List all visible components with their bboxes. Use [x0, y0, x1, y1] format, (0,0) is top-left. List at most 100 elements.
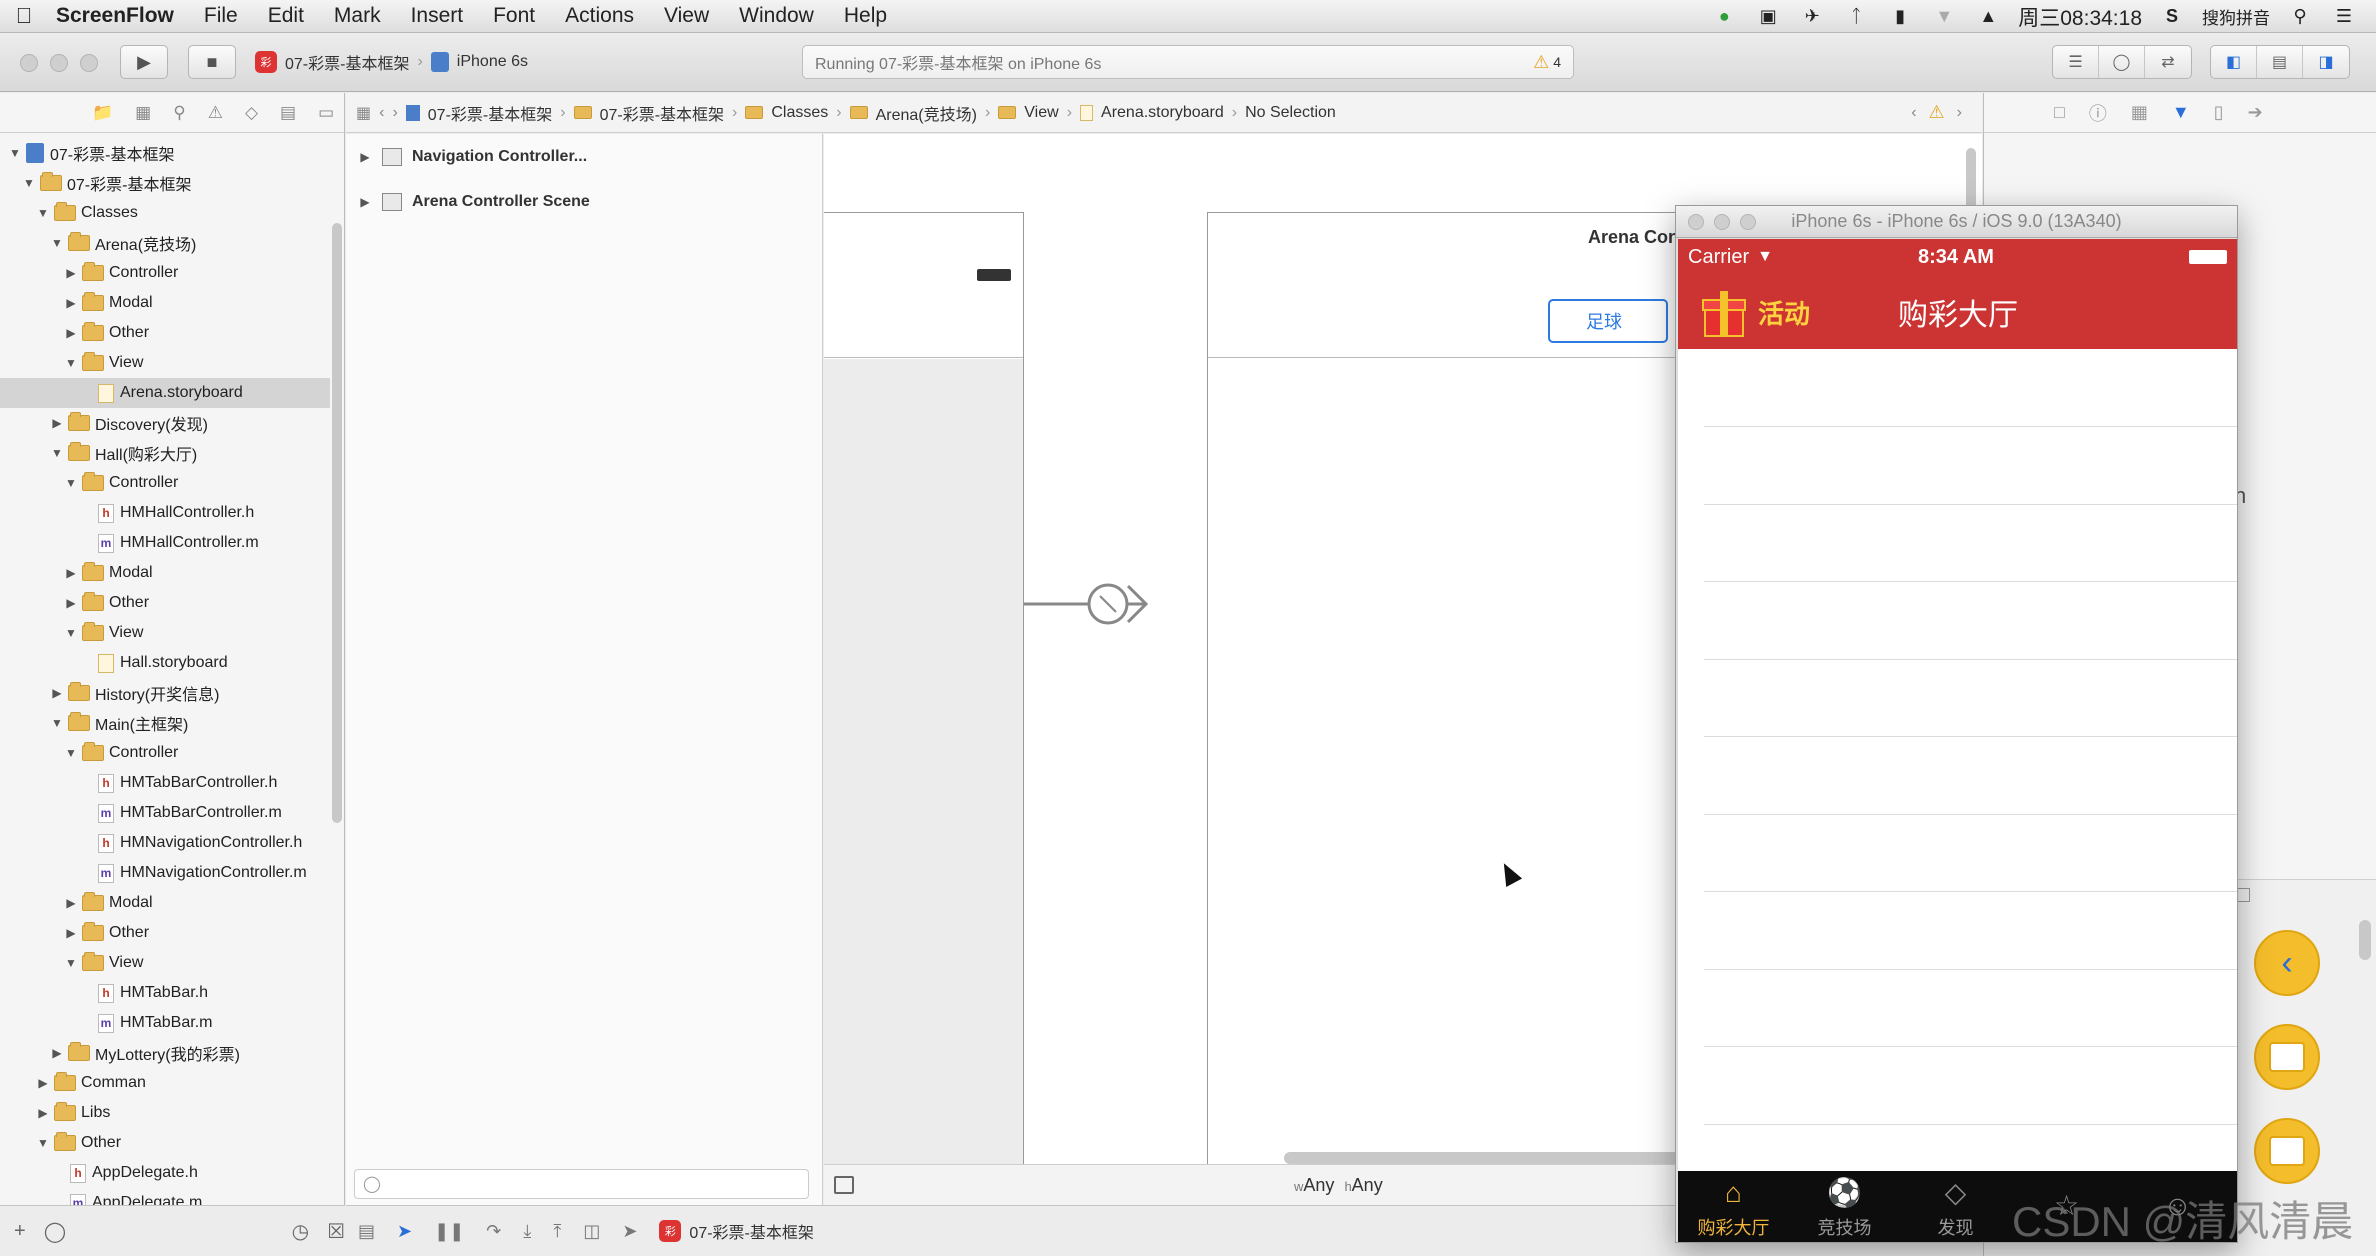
disclosure-down-icon[interactable]: ▼	[22, 176, 36, 190]
tree-row[interactable]: ▶ Other	[0, 918, 344, 948]
tree-row[interactable]: h HMTabBarController.h	[0, 768, 344, 798]
menu-actions[interactable]: Actions	[550, 4, 649, 28]
segmented-control[interactable]: 足球	[1548, 299, 1668, 343]
disclosure-right-icon[interactable]: ▶	[64, 596, 78, 610]
find-navigator-tab-icon[interactable]: ⚲	[173, 103, 185, 123]
menu-font[interactable]: Font	[478, 4, 550, 28]
bluetooth-status-icon[interactable]: ᛏ	[1842, 5, 1870, 29]
tree-row[interactable]: ▼ 07-彩票-基本框架	[0, 168, 344, 198]
back-arrow-icon[interactable]: ‹	[379, 104, 384, 122]
tree-row[interactable]: m HMTabBarController.m	[0, 798, 344, 828]
tree-row[interactable]: ▶ Controller	[0, 258, 344, 288]
location-icon[interactable]: ➤	[622, 1221, 637, 1242]
navigation-controller-scene[interactable]	[824, 212, 1024, 1205]
outline-scene-arena[interactable]: ▶ Arena Controller Scene	[346, 179, 822, 224]
crumb-storyboard[interactable]: Arena.storyboard	[1101, 104, 1224, 122]
table-view[interactable]	[1678, 349, 2237, 1171]
breakpoints-toggle-icon[interactable]: ➤	[397, 1221, 412, 1242]
simulator-screen[interactable]: Carrier ▼ 8:34 AM 活动 购彩大厅 ⌂ 购彩大厅 ⚽ 竞技场 ◇ 发现 ☆ ☺	[1678, 239, 2237, 1242]
identity-inspector-icon[interactable]: ▦	[2131, 102, 2148, 123]
disclosure-down-icon[interactable]: ▼	[64, 476, 78, 490]
disclosure-down-icon[interactable]: ▼	[64, 626, 78, 640]
outline-scene-navigation[interactable]: ▶ Navigation Controller...	[346, 134, 822, 179]
debug-navigator-tab-icon[interactable]: ▤	[280, 103, 296, 123]
tree-row[interactable]: ▶ MyLottery(我的彩票)	[0, 1038, 344, 1068]
tree-row[interactable]: ▼ View	[0, 618, 344, 648]
tab-item[interactable]: ⚽ 竞技场	[1789, 1171, 1900, 1242]
tree-row[interactable]: ▶ Other	[0, 318, 344, 348]
tree-row[interactable]: ▶ Modal	[0, 558, 344, 588]
library-scrollbar[interactable]	[2359, 920, 2371, 960]
menu-edit[interactable]: Edit	[253, 4, 319, 28]
disclosure-right-icon[interactable]: ▶	[358, 150, 372, 164]
segment-football[interactable]: 足球	[1586, 308, 1622, 334]
symbol-navigator-tab-icon[interactable]: ▦	[135, 103, 151, 123]
filter-icon[interactable]: ◯	[44, 1219, 274, 1244]
tree-row[interactable]: ▼ Arena(竞技场)	[0, 228, 344, 258]
record-status-icon[interactable]: ●	[1710, 5, 1738, 29]
tree-row[interactable]: ▼ Main(主框架)	[0, 708, 344, 738]
segue-arrow[interactable]	[1024, 574, 1154, 634]
outline-filter-input[interactable]: ◯	[354, 1169, 809, 1199]
window-zoom-button[interactable]	[80, 54, 98, 72]
disclosure-right-icon[interactable]: ▶	[64, 896, 78, 910]
menu-mark[interactable]: Mark	[319, 4, 396, 28]
tree-row[interactable]: ▶ Discovery(发现)	[0, 408, 344, 438]
disclosure-right-icon[interactable]: ▶	[64, 296, 78, 310]
library-card-icon[interactable]	[2254, 1024, 2320, 1090]
airplane-status-icon[interactable]: ✈	[1798, 5, 1826, 29]
tree-row[interactable]: ▼ Controller	[0, 738, 344, 768]
tree-row[interactable]: ▼ View	[0, 948, 344, 978]
test-navigator-tab-icon[interactable]: ◇	[245, 103, 258, 123]
step-over-icon[interactable]: ↷	[486, 1221, 501, 1242]
scheme-selector[interactable]: 彩 07-彩票-基本框架 › iPhone 6s	[255, 45, 528, 79]
tree-row[interactable]: ▶ Comman	[0, 1068, 344, 1098]
menu-help[interactable]: Help	[829, 4, 902, 28]
disclosure-right-icon[interactable]: ▶	[64, 566, 78, 580]
tree-row[interactable]: ▶ Modal	[0, 288, 344, 318]
input-method[interactable]: 搜狗拼音	[2202, 4, 2270, 29]
notification-list-icon[interactable]: ☰	[2330, 5, 2358, 29]
add-file-icon[interactable]: +	[14, 1220, 26, 1243]
attributes-inspector-icon[interactable]: ▼	[2172, 102, 2190, 123]
tab-item[interactable]: ⌂ 购彩大厅	[1678, 1171, 1789, 1242]
tree-row[interactable]: m HMHallController.m	[0, 528, 344, 558]
window-close-button[interactable]	[20, 54, 38, 72]
assistant-editor-icon[interactable]: ◯	[2099, 46, 2145, 78]
window-minimize-button[interactable]	[50, 54, 68, 72]
tree-row[interactable]: m HMTabBar.m	[0, 1008, 344, 1038]
sogou-icon[interactable]: S	[2158, 5, 2186, 29]
disclosure-down-icon[interactable]: ▼	[64, 356, 78, 370]
disclosure-down-icon[interactable]: ▼	[64, 956, 78, 970]
library-back-icon[interactable]: ‹	[2254, 930, 2320, 996]
warning-count-badge[interactable]: ⚠ 4	[1533, 52, 1561, 73]
ios-simulator-window[interactable]: iPhone 6s - iPhone 6s / iOS 9.0 (13A340)…	[1675, 205, 2238, 1243]
disclosure-right-icon[interactable]: ▶	[36, 1106, 50, 1120]
tree-row[interactable]: ▼ 07-彩票-基本框架	[0, 138, 344, 168]
minimize-button[interactable]	[1714, 213, 1730, 230]
size-inspector-icon[interactable]: ▯	[2214, 102, 2224, 123]
show-utilities-icon[interactable]: ◨	[2303, 46, 2349, 78]
show-debug-area-icon[interactable]: ▤	[2257, 46, 2303, 78]
gift-icon[interactable]	[1702, 291, 1746, 337]
tree-row[interactable]: ▼ View	[0, 348, 344, 378]
crumb-group[interactable]: 07-彩票-基本框架	[600, 101, 724, 125]
forward-arrow-icon[interactable]: ›	[392, 104, 397, 122]
previous-issue-icon[interactable]: ‹	[1911, 104, 1916, 122]
tree-row[interactable]: Hall.storyboard	[0, 648, 344, 678]
menu-file[interactable]: File	[189, 4, 253, 28]
menu-insert[interactable]: Insert	[396, 4, 479, 28]
crumb-view[interactable]: View	[1024, 104, 1058, 122]
version-editor-icon[interactable]: ⇄	[2145, 46, 2191, 78]
tab-item[interactable]: ◇ 发现	[1900, 1171, 2011, 1242]
app-menu[interactable]: ScreenFlow	[48, 4, 189, 28]
toggle-outline-icon[interactable]	[834, 1176, 854, 1194]
camera-status-icon[interactable]: ▣	[1754, 5, 1782, 29]
disclosure-down-icon[interactable]: ▼	[50, 236, 64, 250]
tree-row[interactable]: Arena.storyboard	[0, 378, 330, 408]
apple-menu-icon[interactable]: 	[0, 3, 48, 29]
crumb-project[interactable]: 07-彩票-基本框架	[428, 101, 552, 125]
breakpoint-navigator-tab-icon[interactable]: ▭	[318, 103, 334, 123]
close-button[interactable]	[1688, 213, 1704, 230]
scm-filter-icon[interactable]: ☒	[327, 1219, 345, 1244]
